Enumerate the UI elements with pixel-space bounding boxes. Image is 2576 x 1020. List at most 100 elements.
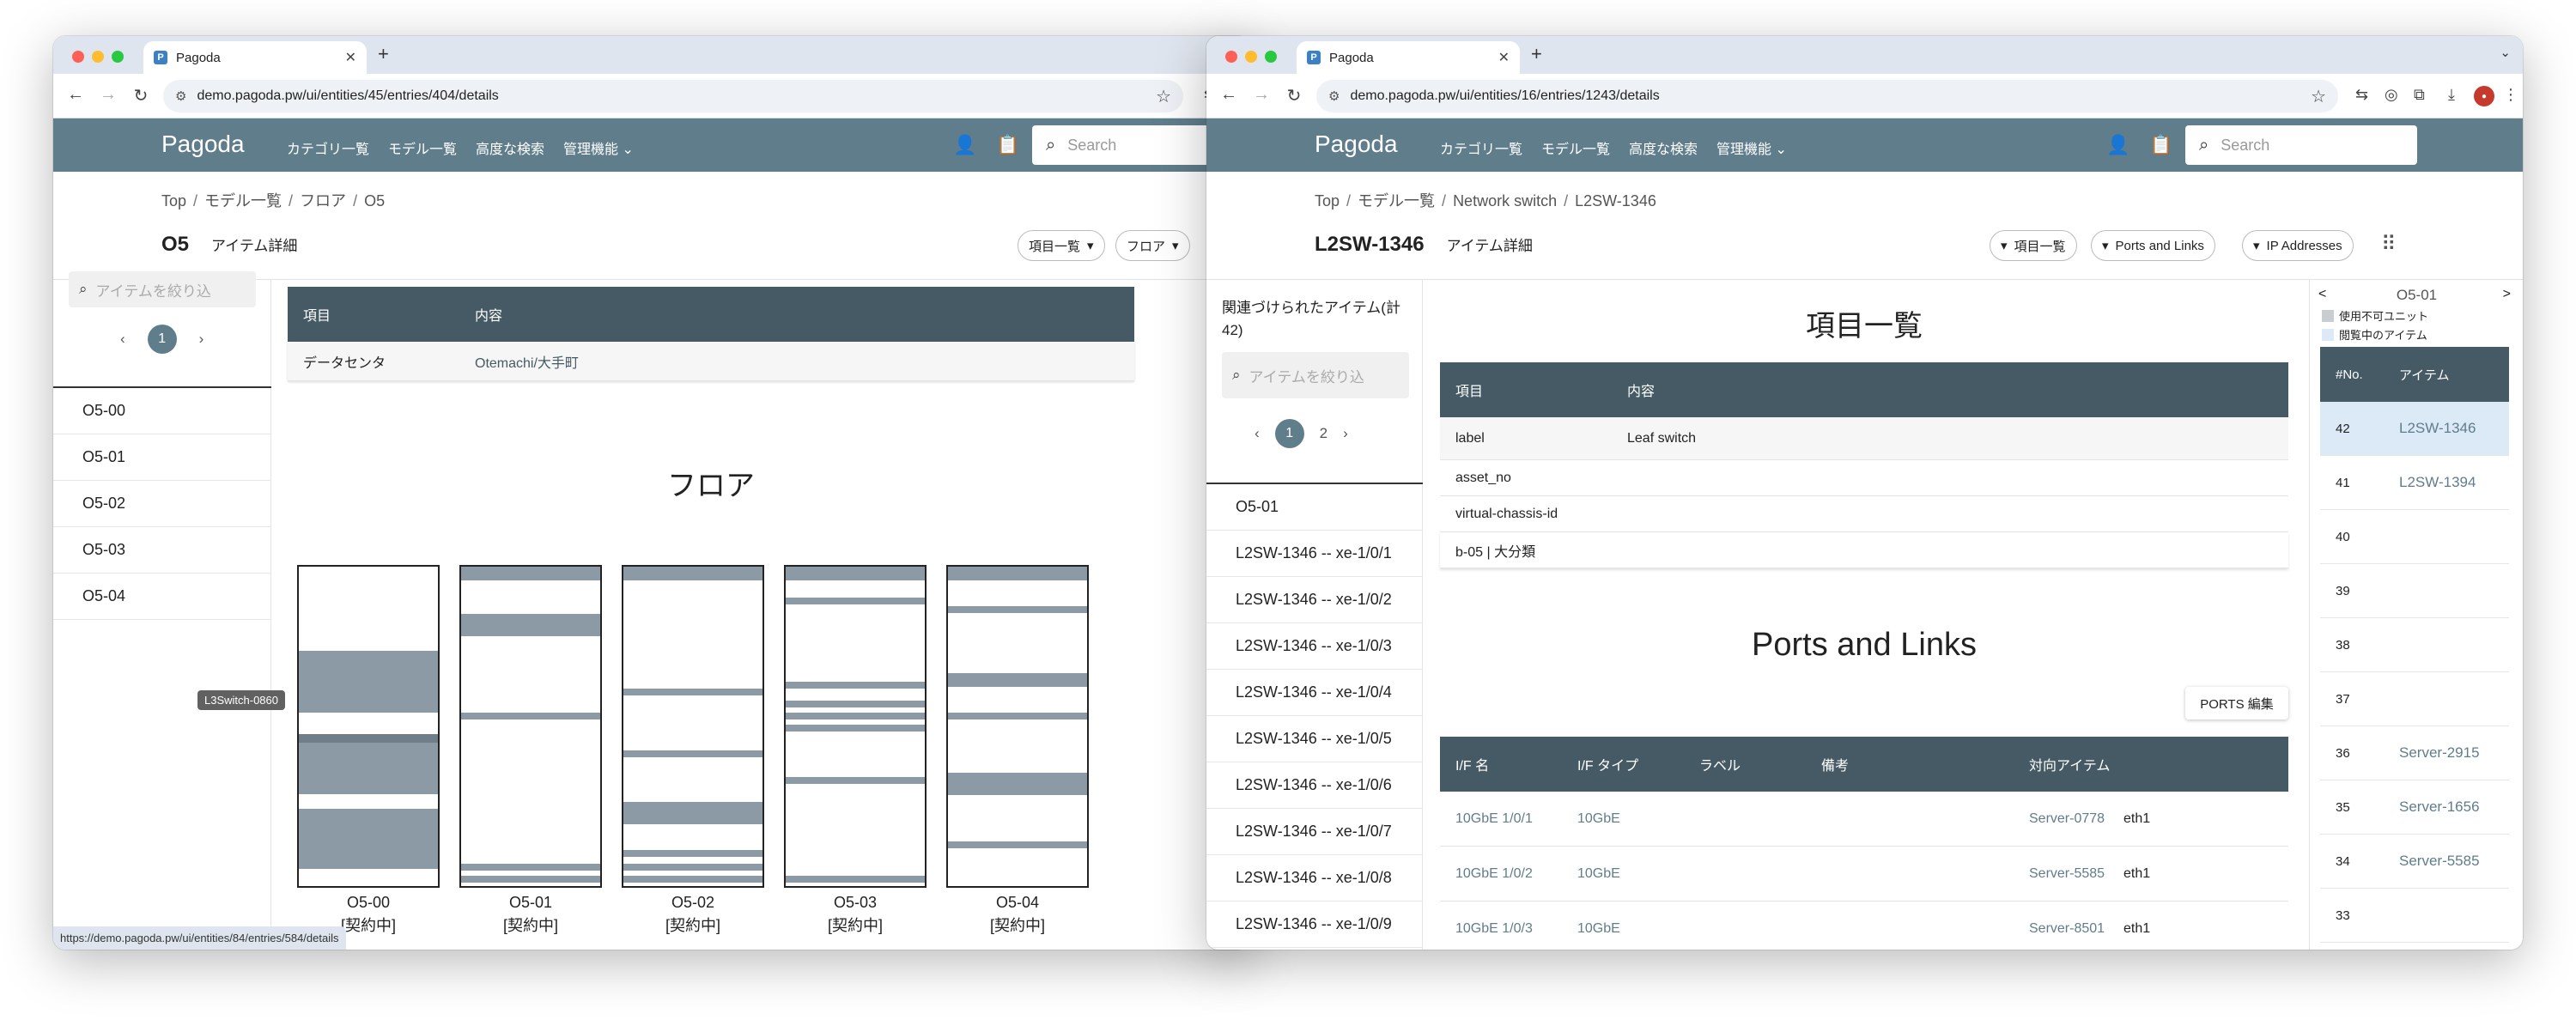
rack-unit-occupied[interactable] [948,841,1087,848]
rack-row[interactable]: 37 [2320,672,2509,726]
list-item[interactable]: L2SW-1346 -- xe-1/0/6 [1206,762,1423,809]
rack-unit-occupied[interactable] [948,673,1087,687]
filter-input[interactable]: ⌕ アイテムを絞り込 [69,271,256,307]
menu-admin[interactable]: 管理機能 ⌄ [1716,137,1787,158]
back-icon[interactable]: ← [65,85,86,105]
prev-page-icon[interactable]: ‹ [120,331,125,348]
rack-unit-occupied[interactable] [461,614,600,636]
rack-unit-occupied[interactable] [786,777,925,784]
rack-unit-occupied[interactable] [461,567,600,580]
browser-tab[interactable]: P Pagoda ✕ [143,41,367,74]
puzzle-icon[interactable]: ⧉ [2414,86,2425,104]
url-field[interactable]: ⚙ demo.pagoda.pw/ui/entities/16/entries/… [1316,80,2338,112]
tab-search-icon[interactable]: ⌄ [2500,45,2511,60]
rack-next-button[interactable]: > [2503,287,2511,302]
rack-unit-occupied[interactable] [948,567,1087,580]
reload-icon[interactable]: ↻ [1284,85,1304,106]
rack-unit-occupied[interactable] [623,850,762,857]
rack-row[interactable]: 42 L2SW-1346 [2320,402,2509,456]
menu-categories[interactable]: カテゴリ一覧 [287,137,369,158]
list-item[interactable]: O5-03 [53,527,271,574]
site-settings-icon[interactable]: ⚙ [175,88,186,104]
rack-row[interactable]: 41 L2SW-1394 [2320,456,2509,510]
list-item[interactable]: L2SW-1346 -- xe-1/0/2 [1206,577,1423,623]
menu-admin[interactable]: 管理機能 ⌄ [563,137,634,158]
page-1[interactable]: 1 [1274,419,1304,448]
row-value[interactable]: Otemachi/大手町 [475,351,579,372]
brand-logo[interactable]: Pagoda [1315,131,1398,158]
chip-ip-addresses[interactable]: ▾ IP Addresses [2242,230,2354,261]
chip-attributes[interactable]: 項目一覧 ▾ [1018,230,1105,261]
list-item[interactable]: L2SW-1346 -- xe-1/0/7 [1206,809,1423,855]
chip-ports-links[interactable]: ▾ Ports and Links [2091,230,2215,261]
reload-icon[interactable]: ↻ [131,85,151,106]
breadcrumb-models[interactable]: モデル一覧 [1358,192,1435,209]
brand-logo[interactable]: Pagoda [161,131,245,158]
site-settings-icon[interactable]: ⚙ [1328,88,1340,104]
user-icon[interactable]: 👤 [2106,134,2129,156]
prev-page-icon[interactable]: ‹ [1255,425,1260,442]
rack-unit-occupied[interactable] [461,876,600,883]
next-page-icon[interactable]: › [1343,425,1348,442]
tab-close-icon[interactable]: ✕ [1498,49,1510,66]
rack-unit-occupied[interactable] [786,713,925,719]
close-window-button[interactable] [1225,51,1237,63]
rack-unit-occupied[interactable] [299,651,438,713]
rack-unit-occupied[interactable] [461,713,600,719]
list-item[interactable]: O5-01 [53,434,271,481]
close-window-button[interactable] [72,51,84,63]
list-item[interactable]: L2SW-1346 -- xe-1/0/3 [1206,623,1423,670]
rack-unit-occupied[interactable] [623,876,762,883]
menu-models[interactable]: モデル一覧 [388,137,457,158]
list-item[interactable]: L2SW-1346 -- xe-1/0/9 [1206,902,1423,948]
new-tab-icon[interactable]: + [378,43,389,65]
maximize-window-button[interactable] [112,51,124,63]
menu-models[interactable]: モデル一覧 [1541,137,1610,158]
back-icon[interactable]: ← [1218,85,1239,105]
forward-icon[interactable]: → [1251,85,1272,105]
rack-unit-occupied[interactable] [786,682,925,689]
chip-attributes[interactable]: ▾ 項目一覧 [1990,230,2077,261]
rack-unit-occupied[interactable] [461,864,600,871]
rack-row[interactable]: 33 [2320,889,2509,943]
rack-unit-occupied[interactable] [786,725,925,732]
header-search-input[interactable]: ⌕ Search [2185,125,2417,165]
rack-row[interactable]: 36 Server-2915 [2320,726,2509,780]
minimize-window-button[interactable] [92,51,104,63]
more-menu-icon[interactable]: ⋮ [2503,86,2518,104]
breadcrumb-models[interactable]: モデル一覧 [204,192,282,209]
page-1[interactable]: 1 [147,325,177,354]
rack-unit-occupied[interactable] [786,876,925,883]
list-item[interactable]: O5-02 [53,481,271,527]
rack-o5-00[interactable] [297,565,440,888]
job-list-icon[interactable]: 📋 [2149,134,2172,156]
rack-row[interactable]: 38 [2320,618,2509,672]
menu-advanced-search[interactable]: 高度な検索 [1629,137,1698,158]
rack-o5-01[interactable] [459,565,602,888]
rack-unit-occupied[interactable] [299,734,438,794]
rack-row[interactable]: 39 [2320,564,2509,618]
rack-unit-occupied[interactable] [623,689,762,695]
list-item[interactable]: O5-00 [53,388,271,434]
ports-edit-button[interactable]: PORTS 編集 [2185,687,2288,719]
breadcrumb-model[interactable]: フロア [300,192,346,209]
rack-unit-occupied[interactable] [623,802,762,824]
list-item[interactable]: L2SW-1346 -- xe-1/0/5 [1206,716,1423,762]
breadcrumb-top[interactable]: Top [161,192,186,209]
breadcrumb-top[interactable]: Top [1315,192,1340,209]
bookmark-star-icon[interactable]: ☆ [1156,86,1171,107]
new-tab-icon[interactable]: + [1531,43,1542,65]
breadcrumb-model[interactable]: Network switch [1453,192,1557,209]
rack-o5-04[interactable] [946,565,1089,888]
translate-icon[interactable]: ⇆ [2355,86,2368,104]
rack-o5-02[interactable] [622,565,764,888]
list-item[interactable]: O5-04 [53,574,271,620]
rack-row[interactable]: 35 Server-1656 [2320,780,2509,835]
page-2[interactable]: 2 [1320,425,1327,442]
rack-unit-occupied[interactable] [948,606,1087,613]
rack-unit-occupied[interactable] [623,567,762,580]
url-field[interactable]: ⚙ demo.pagoda.pw/ui/entities/45/entries/… [163,80,1183,112]
rack-row[interactable]: 40 [2320,510,2509,564]
forward-icon[interactable]: → [98,85,118,105]
next-page-icon[interactable]: › [199,331,204,348]
